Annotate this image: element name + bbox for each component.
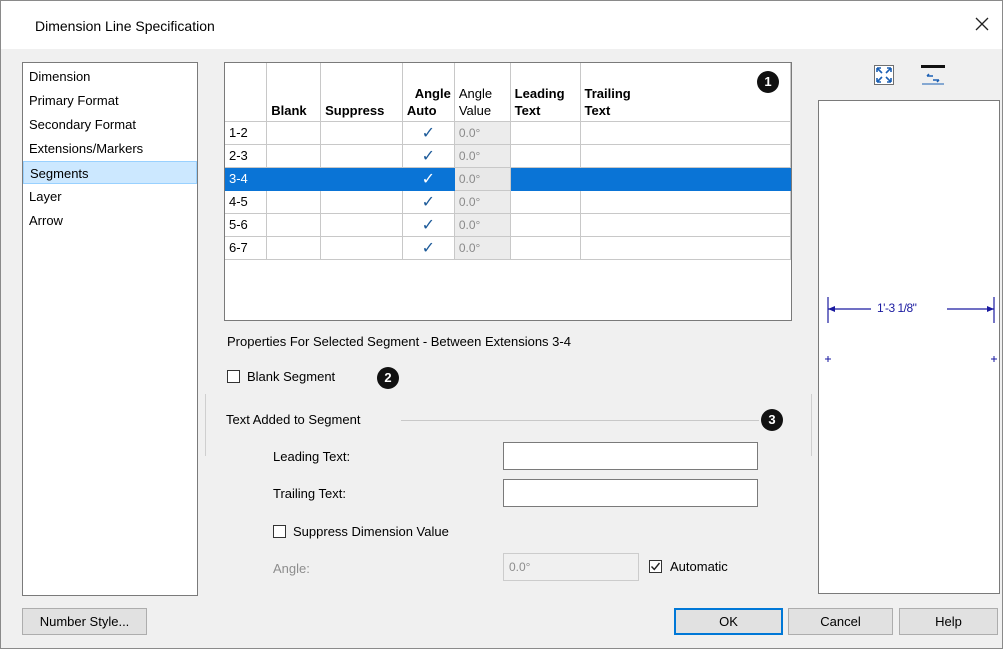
cell-leading-text[interactable] xyxy=(509,189,581,214)
table-header-row: Blank Suppress Angle Auto Angle Value Lead… xyxy=(225,63,791,122)
group-label: Text Added to Segment xyxy=(226,412,361,427)
blank-segment-checkbox[interactable] xyxy=(227,370,240,383)
cell-segment: 4-5 xyxy=(225,189,268,214)
cell-trailing-text[interactable] xyxy=(579,189,791,214)
callout-3: 3 xyxy=(761,409,783,431)
table-row-selected[interactable]: 3-4 ✓ 0.0° xyxy=(225,166,791,191)
cell-segment: 1-2 xyxy=(225,120,268,145)
header-angle-auto: Angle Auto xyxy=(401,63,455,122)
cell-suppress[interactable] xyxy=(320,235,403,260)
cell-angle-value: 0.0° xyxy=(453,120,511,145)
cell-blank[interactable] xyxy=(266,189,322,214)
cell-trailing-text[interactable] xyxy=(579,166,791,191)
cell-leading-text[interactable] xyxy=(509,120,581,145)
header-segment xyxy=(225,63,268,122)
cancel-button[interactable]: Cancel xyxy=(788,608,893,635)
suppress-dimension-checkbox[interactable] xyxy=(273,525,286,538)
cell-leading-text[interactable] xyxy=(509,166,581,191)
cell-suppress[interactable] xyxy=(320,166,403,191)
checkmark-icon[interactable]: ✓ xyxy=(401,120,455,145)
cell-angle-value: 0.0° xyxy=(453,235,511,260)
table-row[interactable]: 5-6 ✓ 0.0° xyxy=(225,212,791,237)
automatic-label[interactable]: Automatic xyxy=(670,559,728,574)
automatic-checkbox[interactable] xyxy=(649,560,662,573)
cell-angle-value: 0.0° xyxy=(453,189,511,214)
checkmark-icon[interactable]: ✓ xyxy=(401,143,455,168)
suppress-dimension-label[interactable]: Suppress Dimension Value xyxy=(293,524,449,539)
cell-segment: 5-6 xyxy=(225,212,268,237)
cell-trailing-text[interactable] xyxy=(579,235,791,260)
cell-trailing-text[interactable] xyxy=(579,143,791,168)
blank-segment-label[interactable]: Blank Segment xyxy=(247,369,335,384)
header-leading-text: Leading Text xyxy=(509,63,581,122)
fill-window-icon[interactable] xyxy=(873,64,895,86)
cell-trailing-text[interactable] xyxy=(579,120,791,145)
cell-blank[interactable] xyxy=(266,212,322,237)
header-angle-value: Angle Value xyxy=(453,63,511,122)
segments-table: Blank Suppress Angle Auto Angle Value Lead… xyxy=(224,62,792,321)
dimension-preview-graphic xyxy=(825,297,997,362)
table-row[interactable]: 6-7 ✓ 0.0° xyxy=(225,235,791,260)
cell-blank[interactable] xyxy=(266,143,322,168)
cell-blank[interactable] xyxy=(266,235,322,260)
nav-item-primary-format[interactable]: Primary Format xyxy=(23,89,197,112)
cell-leading-text[interactable] xyxy=(509,212,581,237)
cell-trailing-text[interactable] xyxy=(579,212,791,237)
group-left-rule xyxy=(205,394,206,456)
nav-item-layer[interactable]: Layer xyxy=(23,185,197,208)
swap-view-icon[interactable] xyxy=(920,64,946,86)
nav-item-dimension[interactable]: Dimension xyxy=(23,65,197,88)
checkmark-icon[interactable]: ✓ xyxy=(401,189,455,214)
dialog-window: Dimension Line Specification Dimension P… xyxy=(0,0,1003,649)
cell-blank[interactable] xyxy=(266,120,322,145)
cell-suppress[interactable] xyxy=(320,212,403,237)
header-blank: Blank xyxy=(266,63,322,122)
angle-label: Angle: xyxy=(273,561,310,576)
leading-text-input[interactable] xyxy=(503,442,758,470)
table-row[interactable]: 4-5 ✓ 0.0° xyxy=(225,189,791,214)
trailing-text-input[interactable] xyxy=(503,479,758,507)
group-separator xyxy=(401,420,759,421)
table-row[interactable]: 2-3 ✓ 0.0° xyxy=(225,143,791,168)
nav-item-arrow[interactable]: Arrow xyxy=(23,209,197,232)
preview-dimension-label: 1'-3 1/8" xyxy=(877,301,917,315)
cell-suppress[interactable] xyxy=(320,143,403,168)
close-icon[interactable] xyxy=(969,11,995,37)
nav-item-secondary-format[interactable]: Secondary Format xyxy=(23,113,197,136)
number-style-button[interactable]: Number Style... xyxy=(22,608,147,635)
cell-segment: 6-7 xyxy=(225,235,268,260)
cell-segment: 3-4 xyxy=(225,166,268,191)
cell-leading-text[interactable] xyxy=(509,143,581,168)
cell-suppress[interactable] xyxy=(320,120,403,145)
help-button[interactable]: Help xyxy=(899,608,998,635)
header-suppress: Suppress xyxy=(320,63,403,122)
cell-angle-value: 0.0° xyxy=(453,166,511,191)
properties-heading: Properties For Selected Segment - Betwee… xyxy=(227,334,571,349)
checkmark-icon[interactable]: ✓ xyxy=(401,212,455,237)
nav-item-extensions-markers[interactable]: Extensions/Markers xyxy=(23,137,197,160)
table-row[interactable]: 1-2 ✓ 0.0° xyxy=(225,120,791,145)
cell-segment: 2-3 xyxy=(225,143,268,168)
trailing-text-label: Trailing Text: xyxy=(273,486,346,501)
cell-blank[interactable] xyxy=(266,166,322,191)
checkmark-icon[interactable]: ✓ xyxy=(401,166,455,191)
window-title: Dimension Line Specification xyxy=(35,18,215,34)
leading-text-label: Leading Text: xyxy=(273,449,351,464)
checkmark-icon[interactable]: ✓ xyxy=(401,235,455,260)
nav-item-segments[interactable]: Segments xyxy=(23,161,197,184)
cell-angle-value: 0.0° xyxy=(453,212,511,237)
category-list: Dimension Primary Format Secondary Forma… xyxy=(22,62,198,596)
callout-1: 1 xyxy=(757,71,779,93)
preview-pane: 1'-3 1/8" xyxy=(818,100,1000,594)
angle-input[interactable]: 0.0° xyxy=(503,553,639,581)
ok-button[interactable]: OK xyxy=(674,608,783,635)
title-bar: Dimension Line Specification xyxy=(1,1,1002,49)
cell-angle-value: 0.0° xyxy=(453,143,511,168)
header-trailing-text: Trailing Text xyxy=(579,63,791,122)
cell-suppress[interactable] xyxy=(320,189,403,214)
group-right-rule xyxy=(811,394,812,456)
callout-2: 2 xyxy=(377,367,399,389)
cell-leading-text[interactable] xyxy=(509,235,581,260)
